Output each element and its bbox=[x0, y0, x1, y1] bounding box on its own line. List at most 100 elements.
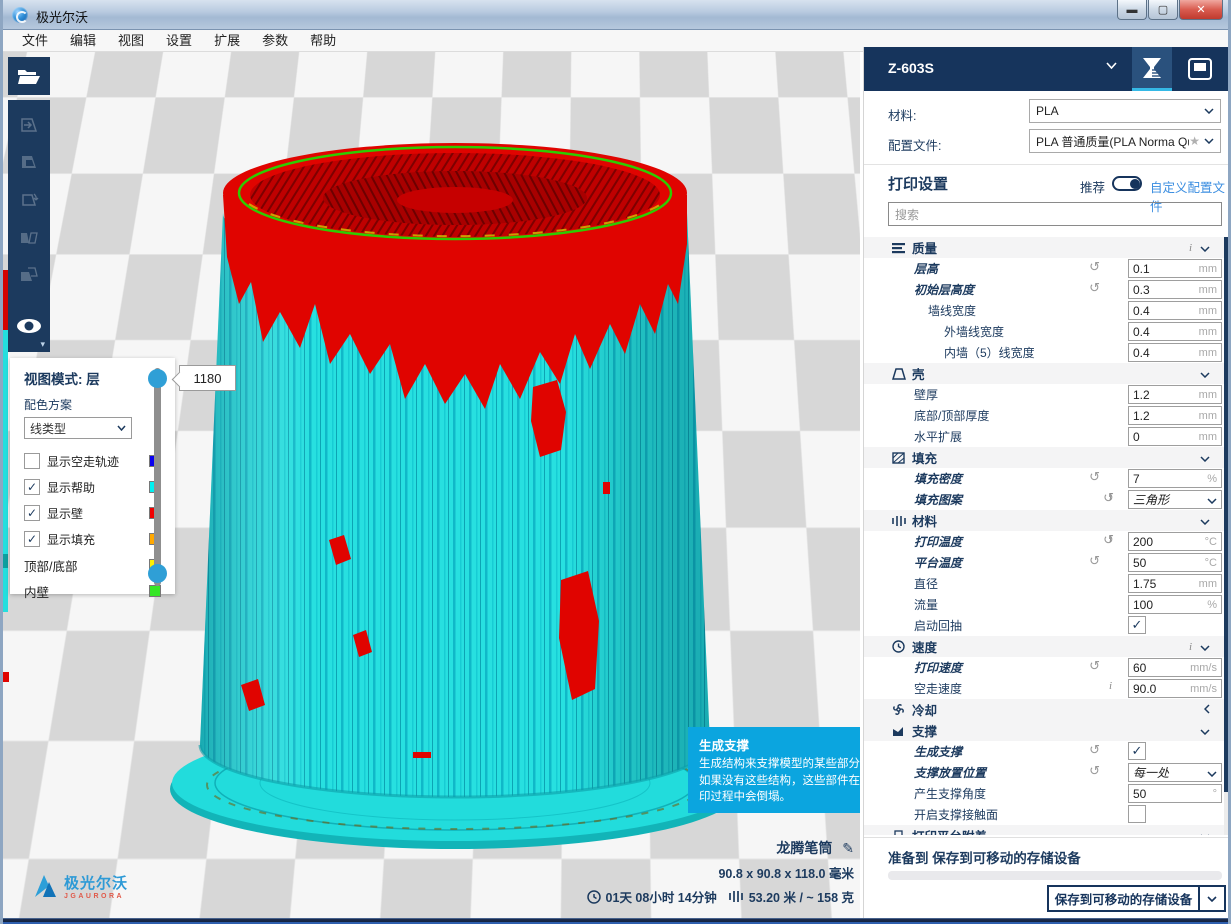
setting-input[interactable]: 200°C bbox=[1128, 532, 1222, 551]
setting-row-壁厚[interactable]: 壁厚1.2mm bbox=[864, 384, 1224, 405]
revert-icon[interactable]: ↺ bbox=[1089, 553, 1100, 569]
setting-input[interactable]: 90.0mm/s bbox=[1128, 679, 1222, 698]
layer-slider-lower-handle[interactable] bbox=[148, 564, 167, 583]
setting-input[interactable]: 1.2mm bbox=[1128, 406, 1222, 425]
setting-row-开启支撑接触面[interactable]: 开启支撑接触面 bbox=[864, 804, 1224, 825]
per-model-settings-icon[interactable] bbox=[18, 264, 40, 286]
tab-print-setup[interactable] bbox=[1132, 47, 1172, 91]
menu-item[interactable]: 文件 bbox=[11, 30, 59, 52]
section-header-质量[interactable]: 质量i bbox=[864, 237, 1224, 258]
scale-tool-icon[interactable] bbox=[18, 151, 40, 173]
section-header-打印平台附着[interactable]: 打印平台附着 bbox=[864, 825, 1224, 835]
setting-row-打印速度[interactable]: 打印速度↺60mm/s bbox=[864, 657, 1224, 678]
chevron-down-icon[interactable] bbox=[1200, 365, 1210, 383]
setting-input[interactable]: 0.4mm bbox=[1128, 343, 1222, 362]
profile-select[interactable]: PLA 普通质量(PLA Norma Qua ★ bbox=[1029, 129, 1221, 153]
settings-scrollbar[interactable] bbox=[1224, 237, 1231, 835]
section-header-支撑[interactable]: 支撑 bbox=[864, 720, 1224, 741]
save-to-removable-button[interactable]: 保存到可移动的存储设备 bbox=[1047, 885, 1226, 912]
revert-icon[interactable]: ↺ bbox=[1089, 658, 1100, 674]
tab-monitor[interactable] bbox=[1180, 47, 1220, 91]
setting-checkbox[interactable]: ✓ bbox=[1128, 742, 1146, 760]
revert-icon[interactable]: ↺ bbox=[1089, 742, 1100, 758]
chevron-down-icon[interactable] bbox=[1200, 722, 1210, 740]
close-button[interactable]: ✕ bbox=[1179, 0, 1223, 20]
setting-input[interactable]: 0.4mm bbox=[1128, 301, 1222, 320]
viewport-3d[interactable]: ▾ 视图模式: 层 配色方案 线类型 显示空走轨迹✓显示帮助✓显示壁✓显示填充顶… bbox=[3, 52, 860, 918]
setting-input[interactable]: 0.3mm bbox=[1128, 280, 1222, 299]
recommended-custom-toggle[interactable] bbox=[1112, 176, 1142, 191]
setting-input[interactable]: 1.2mm bbox=[1128, 385, 1222, 404]
section-header-壳[interactable]: 壳 bbox=[864, 363, 1224, 384]
setting-row-填充图案[interactable]: 填充图案↺i三角形 bbox=[864, 489, 1224, 510]
open-file-button[interactable] bbox=[8, 57, 50, 95]
setting-row-平台温度[interactable]: 平台温度↺50°C bbox=[864, 552, 1224, 573]
setting-row-层高[interactable]: 层高↺0.1mm bbox=[864, 258, 1224, 279]
setting-input[interactable]: 0.1mm bbox=[1128, 259, 1222, 278]
revert-icon[interactable]: ↺ bbox=[1089, 469, 1100, 485]
layer-slider-track[interactable] bbox=[154, 368, 161, 586]
mirror-tool-icon[interactable] bbox=[18, 227, 40, 249]
info-icon[interactable]: i bbox=[1109, 491, 1112, 503]
view-option-checkbox[interactable]: ✓ bbox=[24, 505, 40, 521]
view-option-checkbox[interactable] bbox=[24, 453, 40, 469]
info-icon[interactable]: i bbox=[1189, 242, 1192, 254]
title-bar[interactable]: 极光尔沃 ▬ ▢ ✕ bbox=[0, 0, 1231, 30]
setting-input[interactable]: 60mm/s bbox=[1128, 658, 1222, 677]
setting-row-空走速度[interactable]: 空走速度i90.0mm/s bbox=[864, 678, 1224, 699]
chevron-down-icon[interactable] bbox=[1200, 512, 1210, 530]
section-header-填充[interactable]: 填充 bbox=[864, 447, 1224, 468]
setting-row-墙线宽度[interactable]: 墙线宽度0.4mm bbox=[864, 300, 1224, 321]
save-options-dropdown[interactable] bbox=[1198, 887, 1224, 910]
setting-row-打印温度[interactable]: 打印温度↺i200°C bbox=[864, 531, 1224, 552]
setting-row-启动回抽[interactable]: 启动回抽✓ bbox=[864, 615, 1224, 636]
scrollbar-thumb[interactable] bbox=[1224, 237, 1231, 792]
setting-select[interactable]: 三角形 bbox=[1128, 490, 1222, 509]
chevron-left-icon[interactable] bbox=[1204, 701, 1210, 719]
setting-select[interactable]: 每一处 bbox=[1128, 763, 1222, 782]
menu-item[interactable]: 视图 bbox=[107, 30, 155, 52]
setting-row-直径[interactable]: 直径1.75mm bbox=[864, 573, 1224, 594]
chevron-down-icon[interactable] bbox=[1106, 62, 1117, 69]
setting-row-流量[interactable]: 流量100% bbox=[864, 594, 1224, 615]
color-scheme-select[interactable]: 线类型 bbox=[24, 417, 132, 439]
view-option-checkbox[interactable]: ✓ bbox=[24, 479, 40, 495]
info-icon[interactable]: i bbox=[1189, 641, 1192, 653]
info-icon[interactable]: i bbox=[1109, 533, 1112, 545]
setting-input[interactable]: 100% bbox=[1128, 595, 1222, 614]
material-select[interactable]: PLA bbox=[1029, 99, 1221, 123]
view-option-checkbox[interactable]: ✓ bbox=[24, 531, 40, 547]
setting-checkbox[interactable]: ✓ bbox=[1128, 616, 1146, 634]
info-icon[interactable]: i bbox=[1109, 680, 1112, 692]
printer-name[interactable]: Z-603S bbox=[888, 60, 934, 76]
layer-slider-upper-handle[interactable] bbox=[148, 369, 167, 388]
setting-row-生成支撑[interactable]: 生成支撑↺✓ bbox=[864, 741, 1224, 762]
view-mode-button[interactable]: ▾ bbox=[8, 300, 50, 352]
setting-input[interactable]: 50°C bbox=[1128, 553, 1222, 572]
chevron-down-icon[interactable] bbox=[1200, 638, 1210, 656]
revert-icon[interactable]: ↺ bbox=[1089, 763, 1100, 779]
section-header-材料[interactable]: 材料 bbox=[864, 510, 1224, 531]
revert-icon[interactable]: ↺ bbox=[1089, 280, 1100, 296]
setting-row-产生支撑角度[interactable]: 产生支撑角度50° bbox=[864, 783, 1224, 804]
setting-input[interactable]: 0.4mm bbox=[1128, 322, 1222, 341]
chevron-down-icon[interactable] bbox=[1200, 449, 1210, 467]
rename-pencil-icon[interactable]: ✎ bbox=[842, 840, 854, 856]
menu-item[interactable]: 编辑 bbox=[59, 30, 107, 52]
setting-input[interactable]: 7% bbox=[1128, 469, 1222, 488]
chevron-down-icon[interactable] bbox=[1200, 239, 1210, 257]
section-header-速度[interactable]: 速度i bbox=[864, 636, 1224, 657]
setting-row-支撑放置位置[interactable]: 支撑放置位置↺每一处 bbox=[864, 762, 1224, 783]
chevron-down-icon[interactable] bbox=[1200, 827, 1210, 836]
rotate-tool-icon[interactable] bbox=[18, 189, 40, 211]
setting-row-填充密度[interactable]: 填充密度↺7% bbox=[864, 468, 1224, 489]
setting-row-底部/顶部厚度[interactable]: 底部/顶部厚度1.2mm bbox=[864, 405, 1224, 426]
setting-input[interactable]: 1.75mm bbox=[1128, 574, 1222, 593]
section-header-冷却[interactable]: 冷却 bbox=[864, 699, 1224, 720]
menu-item[interactable]: 设置 bbox=[155, 30, 203, 52]
revert-icon[interactable]: ↺ bbox=[1089, 259, 1100, 275]
menu-item[interactable]: 帮助 bbox=[299, 30, 347, 52]
setting-row-外墙线宽度[interactable]: 外墙线宽度0.4mm bbox=[864, 321, 1224, 342]
maximize-button[interactable]: ▢ bbox=[1148, 0, 1178, 20]
setting-input[interactable]: 50° bbox=[1128, 784, 1222, 803]
